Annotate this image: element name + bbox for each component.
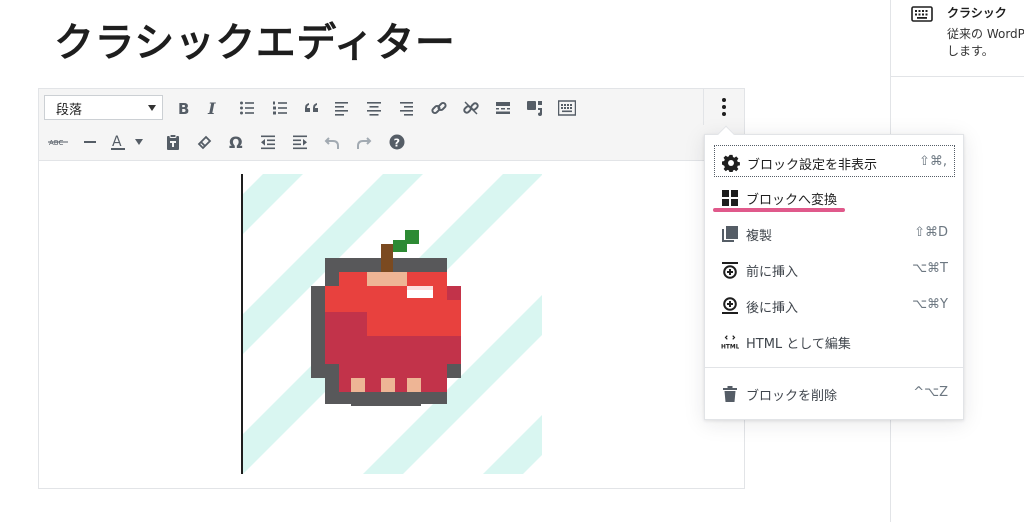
apple-pixel-image[interactable] — [243, 174, 542, 474]
menu-item-insert-after[interactable]: 後に挿入 ⌥⌘Y — [714, 289, 955, 321]
chevron-down-icon — [135, 139, 143, 145]
text-color-dropdown[interactable] — [132, 129, 146, 155]
blocks-icon — [722, 190, 738, 206]
trash-icon — [723, 386, 737, 402]
menu-item-insert-before[interactable]: 前に挿入 ⌥⌘T — [714, 253, 955, 285]
block-card-desc-line-1: 従来の WordP — [947, 27, 1024, 41]
clear-formatting-icon[interactable] — [191, 129, 217, 155]
menu-item-shortcut: ^⌥Z — [913, 385, 948, 400]
align-right-icon[interactable] — [393, 95, 419, 121]
html-icon: HTML — [721, 335, 739, 350]
menu-item-label: ブロックへ変換 — [746, 193, 838, 208]
insert-before-icon — [722, 262, 738, 279]
menu-item-label: 前に挿入 — [746, 265, 799, 280]
read-more-icon[interactable] — [490, 95, 516, 121]
media-icon[interactable] — [522, 95, 548, 121]
highlight-underline — [713, 208, 845, 212]
menu-item-label: 複製 — [746, 229, 773, 244]
menu-item-shortcut: ⇧⌘D — [914, 225, 948, 240]
duplicate-icon — [722, 226, 738, 242]
undo-icon[interactable] — [319, 129, 345, 155]
more-options-button[interactable] — [703, 89, 744, 125]
toolbar-toggle-icon[interactable] — [554, 95, 580, 121]
strikethrough-icon[interactable]: ABC — [45, 129, 71, 155]
menu-item-shortcut: ⌥⌘Y — [912, 297, 948, 312]
menu-separator — [705, 367, 963, 368]
menu-item-shortcut: ⌥⌘T — [912, 261, 948, 276]
block-card-description: 従来の WordP します。 — [947, 26, 1024, 60]
svg-text:A: A — [112, 134, 122, 150]
blockquote-icon[interactable] — [299, 95, 325, 121]
menu-item-label: ブロック設定を非表示 — [747, 158, 878, 173]
svg-text:Ω: Ω — [229, 134, 243, 150]
menu-item-edit-as-html[interactable]: HTML HTML として編集 — [714, 325, 955, 357]
link-icon[interactable] — [426, 95, 452, 121]
format-select-value: 段落 — [56, 103, 83, 118]
more-options-icon — [722, 98, 726, 116]
block-card-desc-line-2: します。 — [947, 44, 994, 58]
block-settings-menu: ブロック設定を非表示 ⇧⌘, ブロックへ変換 複製 ⇧⌘D 前に挿入 ⌥⌘T 後… — [704, 125, 964, 420]
bold-icon[interactable]: B — [170, 95, 196, 121]
svg-text:I: I — [207, 100, 216, 116]
classic-block[interactable]: 段落 B I ABC A Ω ? — [38, 88, 745, 489]
paste-as-text-icon[interactable] — [160, 129, 186, 155]
gear-icon — [722, 154, 740, 172]
outdent-icon[interactable] — [255, 129, 281, 155]
bulleted-list-icon[interactable] — [234, 95, 260, 121]
numbered-list-icon[interactable] — [267, 95, 293, 121]
svg-text:B: B — [178, 100, 189, 116]
redo-icon[interactable] — [351, 129, 377, 155]
help-icon[interactable]: ? — [384, 129, 410, 155]
keyboard-icon — [911, 6, 933, 22]
menu-item-label: 後に挿入 — [746, 301, 799, 316]
unlink-icon[interactable] — [458, 95, 484, 121]
apple-illustration — [243, 174, 542, 474]
menu-item-remove-block[interactable]: ブロックを削除 ^⌥Z — [714, 377, 955, 409]
svg-text:?: ? — [394, 137, 400, 150]
editor-content[interactable] — [39, 162, 744, 488]
editor-screen: クラシックエディター クラシック 従来の WordP します。 段落 B I A… — [0, 0, 1024, 522]
align-left-icon[interactable] — [329, 95, 355, 121]
align-center-icon[interactable] — [361, 95, 387, 121]
menu-item-hide-settings[interactable]: ブロック設定を非表示 ⇧⌘, — [714, 145, 955, 177]
menu-item-shortcut: ⇧⌘, — [918, 154, 947, 169]
svg-text:HTML: HTML — [721, 344, 739, 350]
indent-icon[interactable] — [287, 129, 313, 155]
menu-item-duplicate[interactable]: 複製 ⇧⌘D — [714, 217, 955, 249]
insert-after-icon — [722, 297, 738, 314]
menu-item-label: HTML として編集 — [746, 337, 851, 352]
svg-text:ABC: ABC — [49, 139, 63, 147]
special-character-icon[interactable]: Ω — [223, 129, 249, 155]
format-select[interactable]: 段落 — [44, 95, 163, 120]
italic-icon[interactable]: I — [200, 95, 226, 121]
post-title[interactable]: クラシックエディター — [54, 10, 455, 68]
tinymce-toolbar: 段落 B I ABC A Ω ? — [39, 89, 744, 161]
menu-item-label: ブロックを削除 — [746, 389, 838, 404]
block-card: クラシック 従来の WordP します。 — [891, 0, 1024, 77]
horizontal-rule-icon[interactable] — [77, 129, 103, 155]
block-card-title: クラシック — [947, 6, 1007, 20]
chevron-down-icon — [148, 105, 156, 111]
